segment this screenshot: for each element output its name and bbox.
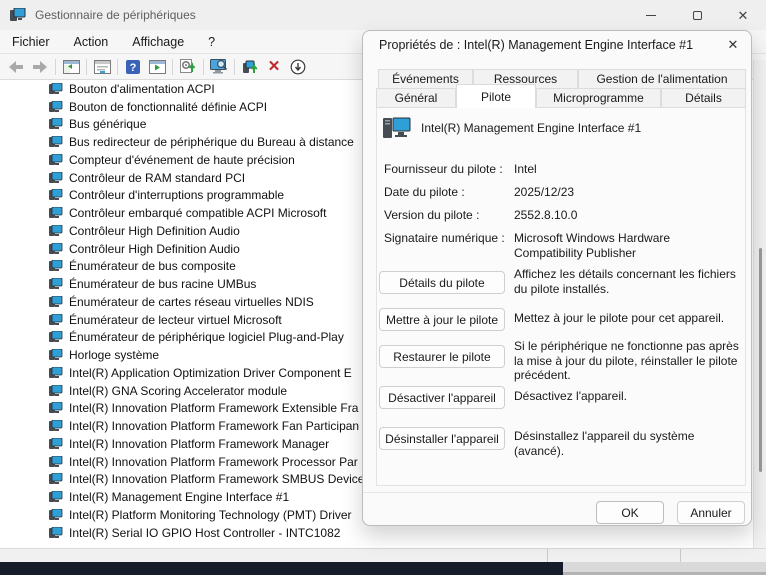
uninstall-device-button[interactable]: Désinstaller l'appareil — [379, 427, 505, 450]
maximize-button[interactable] — [674, 0, 720, 30]
background-window-edge — [563, 562, 766, 575]
system-device-icon — [49, 456, 63, 468]
system-device-icon — [49, 225, 63, 237]
system-device-icon — [49, 172, 63, 184]
disable-device-button[interactable]: Désactiver l'appareil — [379, 386, 505, 409]
ok-button[interactable]: OK — [596, 501, 664, 524]
device-manager-app-icon — [10, 8, 26, 22]
field-value-signataire: Microsoft Windows Hardware Compatibility… — [514, 231, 739, 260]
update-driver-icon[interactable] — [238, 56, 262, 78]
close-icon: ✕ — [738, 9, 749, 22]
system-device-icon — [49, 243, 63, 255]
rollback-driver-description: Si le périphérique ne fonctionne pas apr… — [514, 339, 746, 383]
maximize-icon — [693, 11, 702, 20]
dialog-footer-separator — [363, 492, 751, 493]
update-driver-description: Mettez à jour le pilote pour cet apparei… — [514, 311, 746, 326]
scrollbar-thumb[interactable] — [759, 248, 762, 472]
field-label-fournisseur: Fournisseur du pilote : — [384, 162, 503, 176]
system-device-icon — [49, 349, 63, 361]
update-driver-button[interactable]: Mettre à jour le pilote — [379, 308, 505, 331]
system-device-icon — [49, 101, 63, 113]
field-value-version: 2552.8.10.0 — [514, 208, 739, 223]
system-device-icon — [49, 438, 63, 450]
system-device-icon — [49, 420, 63, 432]
properties-icon[interactable] — [90, 56, 114, 78]
cancel-button[interactable]: Annuler — [677, 501, 745, 524]
close-button[interactable]: ✕ — [720, 0, 766, 30]
system-device-icon — [49, 491, 63, 503]
dialog-close-button[interactable]: ✕ — [723, 35, 743, 55]
device-name: Intel(R) Management Engine Interface #1 — [421, 121, 641, 135]
menu-help[interactable]: ? — [196, 30, 227, 53]
uninstall-icon[interactable]: ✕ — [262, 56, 286, 78]
properties-dialog: Propriétés de : Intel(R) Management Engi… — [362, 30, 752, 526]
toolbar-separator — [234, 59, 235, 75]
help-icon[interactable]: ? — [121, 56, 145, 78]
status-bar — [0, 548, 766, 562]
system-device-icon — [49, 509, 63, 521]
system-device-icon — [49, 154, 63, 166]
scan-hardware-changes-icon[interactable] — [176, 56, 200, 78]
tab-gestion-alimentation[interactable]: Gestion de l'alimentation — [578, 69, 746, 89]
forward-icon[interactable] — [28, 56, 52, 78]
system-device-icon — [49, 278, 63, 290]
disable-device-description: Désactivez l'appareil. — [514, 389, 746, 404]
system-device-icon — [49, 260, 63, 272]
svg-text:?: ? — [130, 62, 137, 74]
close-icon: ✕ — [728, 37, 739, 53]
titlebar: Gestionnaire de périphériques ✕ — [0, 0, 766, 30]
driver-details-button[interactable]: Détails du pilote — [379, 271, 505, 294]
export-list-icon[interactable] — [145, 56, 169, 78]
system-device-icon — [49, 314, 63, 326]
minimize-button[interactable] — [628, 0, 674, 30]
tab-microprogramme[interactable]: Microprogramme — [536, 88, 661, 108]
field-label-date: Date du pilote : — [384, 185, 465, 199]
system-device-icon — [49, 189, 63, 201]
field-value-fournisseur: Intel — [514, 162, 739, 177]
back-icon[interactable] — [4, 56, 28, 78]
window-title: Gestionnaire de périphériques — [35, 8, 196, 22]
tab-details[interactable]: Détails — [661, 88, 746, 108]
device-icon — [383, 116, 411, 145]
menu-affichage[interactable]: Affichage — [120, 30, 196, 53]
system-device-icon — [49, 136, 63, 148]
tab-general[interactable]: Général — [376, 88, 456, 108]
system-device-icon — [49, 207, 63, 219]
field-label-version: Version du pilote : — [384, 208, 479, 222]
screen: Gestionnaire de périphériques ✕ Fichier … — [0, 0, 766, 575]
system-device-icon — [49, 527, 63, 539]
toolbar-separator — [117, 59, 118, 75]
driver-details-description: Affichez les détails concernant les fich… — [514, 267, 746, 296]
system-device-icon — [49, 385, 63, 397]
tree-item[interactable]: Intel(R) Serial IO GPIO Host Controller … — [0, 524, 766, 542]
disable-icon[interactable] — [286, 56, 310, 78]
system-device-icon — [49, 118, 63, 130]
tab-pilote[interactable]: Pilote — [456, 84, 536, 108]
field-label-signataire: Signataire numérique : — [384, 231, 505, 245]
system-device-icon — [49, 367, 63, 379]
rollback-driver-button[interactable]: Restaurer le pilote — [379, 345, 505, 368]
field-value-date: 2025/12/23 — [514, 185, 739, 200]
toolbar-separator — [55, 59, 56, 75]
show-console-tree-icon[interactable] — [59, 56, 83, 78]
menu-fichier[interactable]: Fichier — [0, 30, 62, 53]
dialog-title: Propriétés de : Intel(R) Management Engi… — [379, 38, 693, 52]
toolbar-separator — [203, 59, 204, 75]
system-device-icon — [49, 83, 63, 95]
system-device-icon — [49, 331, 63, 343]
system-device-icon — [49, 402, 63, 414]
uninstall-device-description: Désinstallez l'appareil du système (avan… — [514, 429, 746, 458]
system-device-icon — [49, 473, 63, 485]
taskbar-edge — [0, 562, 563, 575]
vertical-scrollbar[interactable] — [753, 60, 766, 548]
menu-action[interactable]: Action — [62, 30, 121, 53]
toolbar-separator — [172, 59, 173, 75]
toolbar-separator — [86, 59, 87, 75]
system-device-icon — [49, 296, 63, 308]
search-computer-icon[interactable] — [207, 56, 231, 78]
minimize-icon — [646, 15, 656, 16]
